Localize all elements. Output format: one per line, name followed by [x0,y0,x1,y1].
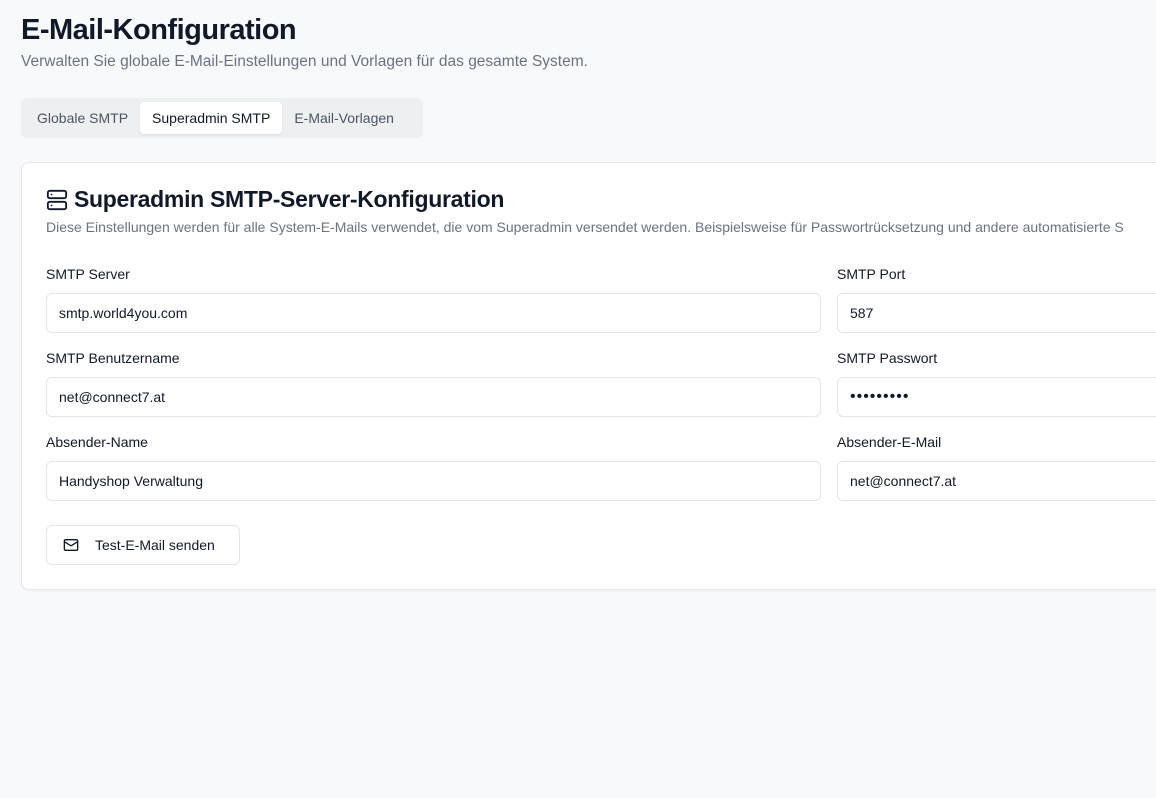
smtp-password-label: SMTP Passwort [837,350,938,366]
smtp-port-label: SMTP Port [837,266,906,282]
sender-email-input[interactable] [837,461,1156,501]
tab-list: Globale SMTP Superadmin SMTP E-Mail-Vorl… [21,98,423,138]
tab-email-templates[interactable]: E-Mail-Vorlagen [282,102,406,134]
card-title: Superadmin SMTP-Server-Konfiguration [74,186,505,212]
page-title: E-Mail-Konfiguration [21,14,297,46]
tab-global-smtp[interactable]: Globale SMTP [25,102,140,134]
server-icon [46,189,68,211]
smtp-config-card: Superadmin SMTP-Server-Konfiguration Die… [21,162,1156,590]
sender-email-label: Absender-E-Mail [837,434,942,450]
sender-name-label: Absender-Name [46,434,148,450]
send-test-email-label: Test-E-Mail senden [95,537,215,553]
smtp-username-label: SMTP Benutzername [46,350,180,366]
smtp-server-input[interactable] [46,293,821,333]
smtp-password-input[interactable] [837,377,1156,417]
smtp-username-input[interactable] [46,377,821,417]
smtp-port-input[interactable] [837,293,1156,333]
sender-name-input[interactable] [46,461,821,501]
tab-superadmin-smtp[interactable]: Superadmin SMTP [140,102,283,134]
smtp-server-label: SMTP Server [46,266,130,282]
mail-icon [63,537,79,553]
send-test-email-button[interactable]: Test-E-Mail senden [46,525,240,565]
page-subtitle: Verwalten Sie globale E-Mail-Einstellung… [21,53,588,70]
card-description: Diese Einstellungen werden für alle Syst… [46,219,1124,235]
